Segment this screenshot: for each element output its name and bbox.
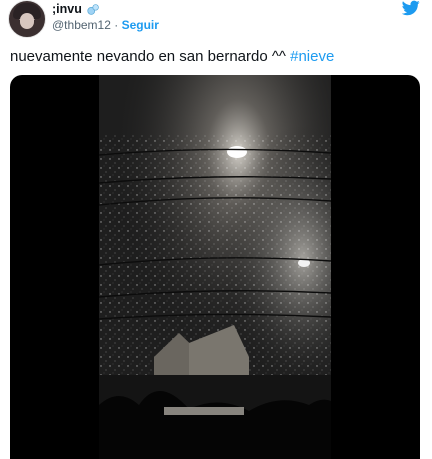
display-name-row[interactable]: ;invu bbox=[52, 2, 159, 17]
user-header: ;invu @thbem12 · Seguir bbox=[52, 2, 159, 33]
follow-button[interactable]: Seguir bbox=[122, 18, 159, 32]
avatar-face bbox=[20, 13, 34, 29]
tweet-text: nuevamente nevando en san bernardo ^^ #n… bbox=[10, 47, 334, 67]
handle-row: @thbem12 · Seguir bbox=[52, 18, 159, 33]
user-handle[interactable]: @thbem12 bbox=[52, 18, 111, 32]
user-avatar[interactable] bbox=[8, 0, 46, 38]
separator-dot: · bbox=[114, 18, 119, 32]
hashtag-link[interactable]: #nieve bbox=[290, 48, 334, 65]
twitter-bird-icon[interactable] bbox=[402, 0, 420, 16]
video-frame-image bbox=[99, 75, 331, 459]
tweet-body: nuevamente nevando en san bernardo ^^ bbox=[10, 48, 286, 65]
snowflake-emoji-icon bbox=[87, 3, 99, 15]
display-name[interactable]: ;invu bbox=[52, 2, 82, 17]
video-player[interactable] bbox=[10, 75, 420, 459]
